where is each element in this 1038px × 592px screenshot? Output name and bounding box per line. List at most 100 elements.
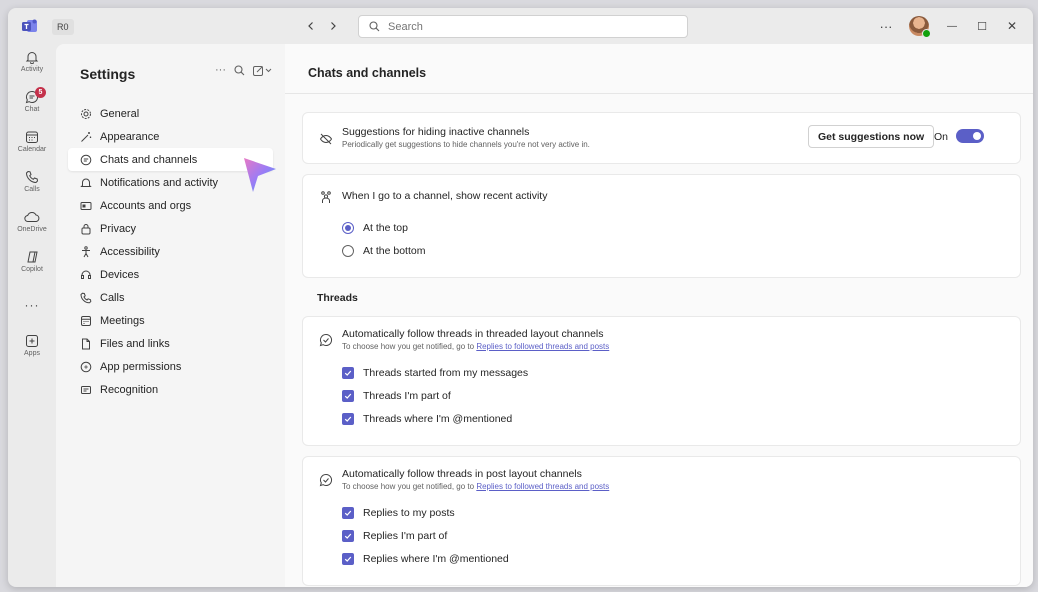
- settings-item-accessibility[interactable]: Accessibility: [68, 240, 273, 263]
- checkmark-icon: [344, 533, 352, 539]
- rail-item-apps[interactable]: Apps: [8, 334, 56, 357]
- document-icon: [80, 338, 92, 350]
- get-suggestions-button[interactable]: Get suggestions now: [808, 125, 935, 148]
- more-options-button[interactable]: ···: [871, 11, 901, 41]
- recent-activity-card: When I go to a channel, show recent acti…: [302, 174, 1021, 278]
- settings-nav: General Appearance Chats and channels Notif…: [68, 102, 273, 401]
- radio-button[interactable]: [342, 245, 354, 257]
- settings-item-recognition[interactable]: Recognition: [68, 378, 273, 401]
- checkbox[interactable]: [342, 390, 354, 402]
- checkmark-icon: [344, 393, 352, 399]
- checkbox-row[interactable]: Threads started from my messages: [342, 367, 528, 379]
- followed-threads-link[interactable]: Replies to followed threads and posts: [476, 482, 609, 491]
- close-button[interactable]: ✕: [997, 11, 1027, 41]
- forward-arrow-icon[interactable]: [324, 17, 342, 35]
- settings-item-files-and-links[interactable]: Files and links: [68, 332, 273, 355]
- main-content: Chats and channels Suggestions for hidin…: [285, 44, 1033, 587]
- settings-item-label: Notifications and activity: [100, 176, 218, 189]
- rail-label: Calls: [24, 186, 40, 193]
- rail-item-onedrive[interactable]: OneDrive: [8, 210, 56, 233]
- minimize-button[interactable]: —: [937, 11, 967, 41]
- title-bar: R0 ··· — ☐ ✕: [8, 8, 1033, 44]
- checkbox[interactable]: [342, 367, 354, 379]
- settings-item-calls[interactable]: Calls: [68, 286, 273, 309]
- settings-item-label: Chats and channels: [100, 153, 198, 166]
- settings-title: Settings: [80, 66, 136, 82]
- copilot-pointer-icon: [244, 158, 276, 192]
- settings-pane: Settings ··· General Appearance Chats and …: [56, 44, 285, 587]
- settings-item-accounts-and-orgs[interactable]: Accounts and orgs: [68, 194, 273, 217]
- bell-icon: [25, 52, 39, 64]
- rail-label: OneDrive: [17, 226, 47, 233]
- search-icon[interactable]: [234, 64, 245, 76]
- more-apps-icon[interactable]: ···: [8, 298, 56, 312]
- settings-item-label: Recognition: [100, 383, 159, 396]
- gear-icon: [80, 108, 92, 120]
- chat-badge: 5: [35, 87, 46, 98]
- settings-item-appearance[interactable]: Appearance: [68, 125, 273, 148]
- title-bar-controls: ··· — ☐ ✕: [871, 8, 1033, 44]
- checkbox[interactable]: [342, 553, 354, 565]
- avatar[interactable]: [909, 16, 931, 38]
- people-group-icon: [321, 191, 331, 203]
- settings-item-label: Accounts and orgs: [100, 199, 192, 212]
- settings-item-label: Devices: [100, 268, 140, 281]
- radio-at-the-top[interactable]: At the top: [342, 222, 408, 234]
- presence-status-icon: [922, 29, 931, 38]
- add-apps-icon: [26, 335, 38, 347]
- copilot-icon: [26, 251, 38, 263]
- settings-item-devices[interactable]: Devices: [68, 263, 273, 286]
- rail-item-calendar[interactable]: Calendar: [8, 130, 56, 153]
- threaded-layout-title: Automatically follow threads in threaded…: [342, 328, 604, 340]
- settings-more-button[interactable]: ···: [215, 64, 226, 76]
- rail-label: Copilot: [21, 266, 43, 273]
- maximize-button[interactable]: ☐: [967, 11, 997, 41]
- rail-item-copilot[interactable]: Copilot: [8, 250, 56, 273]
- search-bar[interactable]: [358, 15, 688, 38]
- app-rail: Activity 5 Chat Calendar Calls OneDrive …: [8, 44, 56, 587]
- settings-item-label: Files and links: [100, 337, 170, 350]
- checkmark-icon: [344, 510, 352, 516]
- search-input[interactable]: [388, 20, 668, 33]
- settings-item-general[interactable]: General: [68, 102, 273, 125]
- checkbox[interactable]: [342, 530, 354, 542]
- settings-item-label: Meetings: [100, 314, 145, 327]
- checkbox-label: Threads I'm part of: [363, 390, 451, 402]
- checkbox-row[interactable]: Replies I'm part of: [342, 530, 447, 542]
- rail-item-chat[interactable]: 5 Chat: [8, 87, 56, 113]
- suggestions-subtitle: Periodically get suggestions to hide cha…: [342, 140, 590, 149]
- checkbox-row[interactable]: Replies where I'm @mentioned: [342, 553, 509, 565]
- rail-label: Activity: [20, 66, 44, 73]
- suggestions-toggle[interactable]: [956, 129, 984, 143]
- radio-at-the-bottom[interactable]: At the bottom: [342, 245, 425, 257]
- badge-icon: [80, 384, 92, 396]
- teams-logo-icon: [22, 19, 37, 32]
- checkbox[interactable]: [342, 413, 354, 425]
- checkbox-row[interactable]: Threads I'm part of: [342, 390, 451, 402]
- settings-item-label: Calls: [100, 291, 125, 304]
- post-layout-subtitle: To choose how you get notified, go to Re…: [342, 482, 609, 491]
- threaded-layout-subtitle: To choose how you get notified, go to Re…: [342, 342, 609, 351]
- checkbox-label: Threads started from my messages: [363, 367, 529, 379]
- followed-threads-link[interactable]: Replies to followed threads and posts: [476, 342, 609, 351]
- rail-item-activity[interactable]: Activity: [8, 50, 56, 73]
- settings-item-label: Appearance: [100, 130, 160, 143]
- settings-item-meetings[interactable]: Meetings: [68, 309, 273, 332]
- settings-item-app-permissions[interactable]: App permissions: [68, 355, 273, 378]
- lock-icon: [80, 223, 92, 235]
- compose-icon[interactable]: [253, 65, 273, 76]
- settings-item-privacy[interactable]: Privacy: [68, 217, 273, 240]
- radio-button[interactable]: [342, 222, 354, 234]
- checkmark-icon: [344, 416, 352, 422]
- rail-item-calls[interactable]: Calls: [8, 170, 56, 193]
- calendar-icon: [26, 131, 38, 143]
- recent-activity-title: When I go to a channel, show recent acti…: [342, 190, 548, 202]
- checkbox-row[interactable]: Replies to my posts: [342, 507, 455, 519]
- shield-icon: [80, 361, 92, 373]
- checkbox[interactable]: [342, 507, 354, 519]
- rail-label: Chat: [24, 106, 40, 113]
- back-arrow-icon[interactable]: [302, 17, 320, 35]
- calendar-icon: [80, 315, 92, 327]
- checkbox-row[interactable]: Threads where I'm @mentioned: [342, 413, 512, 425]
- account-badge[interactable]: R0: [52, 19, 74, 35]
